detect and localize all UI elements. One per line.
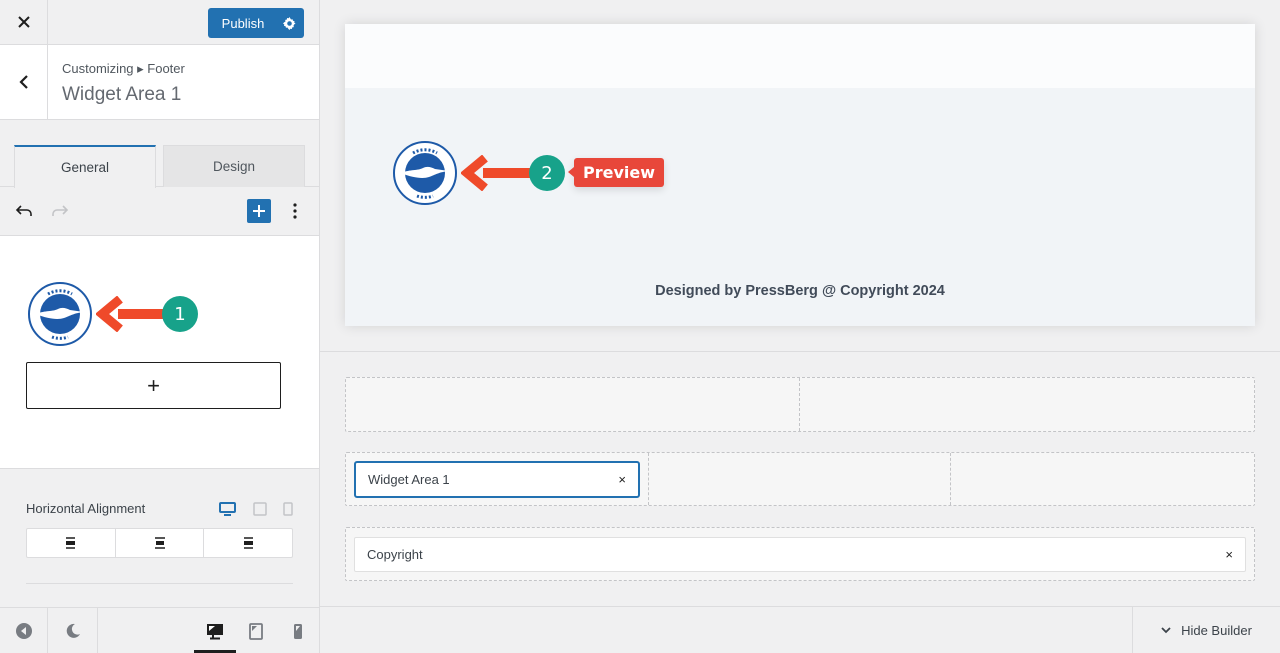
align-right-button[interactable] — [204, 529, 292, 557]
back-button[interactable] — [0, 45, 48, 119]
align-center-icon — [154, 537, 165, 549]
sidebar-header: Publish — [0, 0, 319, 45]
settings-tabs: General Design — [0, 120, 319, 188]
publish-settings-button[interactable] — [274, 8, 304, 38]
footer-copyright-text: Designed by PressBerg @ Copyright 2024 — [655, 283, 945, 299]
block-toolbar — [0, 187, 319, 236]
tab-general[interactable]: General — [14, 145, 156, 188]
close-customizer-button[interactable] — [0, 0, 48, 44]
copyright-item-label: Copyright — [367, 547, 423, 562]
collapse-left-icon — [15, 623, 32, 639]
hide-builder-button[interactable]: Hide Builder — [1132, 607, 1280, 653]
copyright-item[interactable]: Copyright × — [354, 537, 1246, 572]
align-left-icon — [65, 537, 75, 549]
redo-button[interactable] — [48, 199, 72, 223]
section-header: Customizing ▸ Footer Widget Area 1 — [0, 45, 319, 120]
club-logo-image[interactable] — [28, 282, 92, 346]
add-block-inline-button[interactable]: + — [26, 362, 281, 409]
preview-top-section — [345, 24, 1255, 88]
builder-cell: Widget Area 1 × — [346, 453, 649, 505]
collapse-sidebar-button[interactable] — [0, 608, 48, 653]
align-center-button[interactable] — [116, 529, 205, 557]
more-vertical-icon — [293, 203, 297, 219]
publish-button[interactable]: Publish — [208, 16, 274, 31]
remove-copyright-button[interactable]: × — [1225, 547, 1233, 562]
align-right-icon — [244, 537, 254, 549]
alignment-tablet-toggle[interactable] — [251, 501, 269, 517]
footer-builder-row-main: Widget Area 1 × — [345, 452, 1255, 506]
align-left-button[interactable] — [27, 529, 116, 557]
customizer-root: Publish Customizing ▸ Footer Widget Area… — [0, 0, 1280, 653]
builder-cell[interactable] — [649, 453, 951, 505]
preview-mobile-button[interactable] — [284, 608, 312, 653]
builder-footer: Hide Builder — [320, 606, 1280, 653]
publish-group: Publish — [208, 8, 304, 38]
builder-cell[interactable] — [800, 378, 1254, 431]
widget-area-1-label: Widget Area 1 — [368, 472, 450, 487]
preview-desktop-button[interactable] — [196, 608, 234, 653]
alignment-mobile-toggle[interactable] — [279, 501, 297, 517]
mobile-icon — [294, 623, 302, 639]
mobile-icon — [283, 502, 293, 516]
annotation-badge-2: 2 — [529, 155, 565, 191]
breadcrumb: Customizing ▸ Footer — [62, 61, 185, 76]
builder-divider — [320, 351, 1280, 352]
alignment-desktop-toggle[interactable] — [218, 501, 236, 517]
alignment-button-group — [26, 528, 293, 558]
hide-builder-label: Hide Builder — [1181, 623, 1252, 638]
remove-widget-area-1-button[interactable]: × — [618, 472, 626, 487]
tablet-icon — [249, 622, 263, 640]
customizer-sidebar: Publish Customizing ▸ Footer Widget Area… — [0, 0, 320, 653]
undo-button[interactable] — [12, 199, 36, 223]
close-icon — [17, 16, 30, 28]
plus-icon — [253, 205, 265, 217]
preview-tablet-button[interactable] — [240, 608, 272, 653]
divider — [26, 583, 293, 584]
footer-builder-row-top — [345, 377, 1255, 432]
club-logo-preview[interactable] — [393, 141, 457, 205]
builder-cell[interactable] — [346, 378, 800, 431]
builder-cell[interactable] — [951, 453, 1254, 505]
tablet-icon — [253, 502, 267, 516]
annotation-label-preview: Preview — [567, 158, 665, 187]
preview-area: 2 Preview Designed by PressBerg @ Copyri… — [320, 0, 1280, 653]
builder-cell: Copyright × — [346, 528, 1254, 580]
desktop-icon — [207, 623, 223, 639]
horizontal-alignment-label: Horizontal Alignment — [26, 501, 146, 516]
chevron-down-icon — [1161, 627, 1171, 634]
section-title: Widget Area 1 — [62, 84, 182, 105]
desktop-icon — [218, 502, 236, 516]
footer-builder-row-bottom: Copyright × — [345, 527, 1255, 581]
sidebar-footer — [0, 607, 319, 653]
more-options-button[interactable] — [283, 199, 307, 223]
tab-design[interactable]: Design — [163, 145, 305, 187]
redo-icon — [52, 205, 69, 216]
undo-icon — [15, 205, 32, 216]
moon-icon — [66, 623, 80, 638]
dark-mode-toggle[interactable] — [48, 608, 98, 653]
annotation-arrow-icon — [96, 296, 166, 332]
chevron-left-icon — [18, 75, 28, 89]
gear-icon — [282, 16, 296, 30]
annotation-arrow-icon — [461, 155, 537, 191]
annotation-badge-1: 1 — [162, 296, 198, 332]
site-preview-frame: 2 Preview Designed by PressBerg @ Copyri… — [345, 24, 1255, 326]
widget-area-1-item[interactable]: Widget Area 1 × — [354, 461, 640, 498]
block-editor: 1 + — [0, 236, 319, 469]
add-block-button[interactable] — [247, 199, 271, 223]
